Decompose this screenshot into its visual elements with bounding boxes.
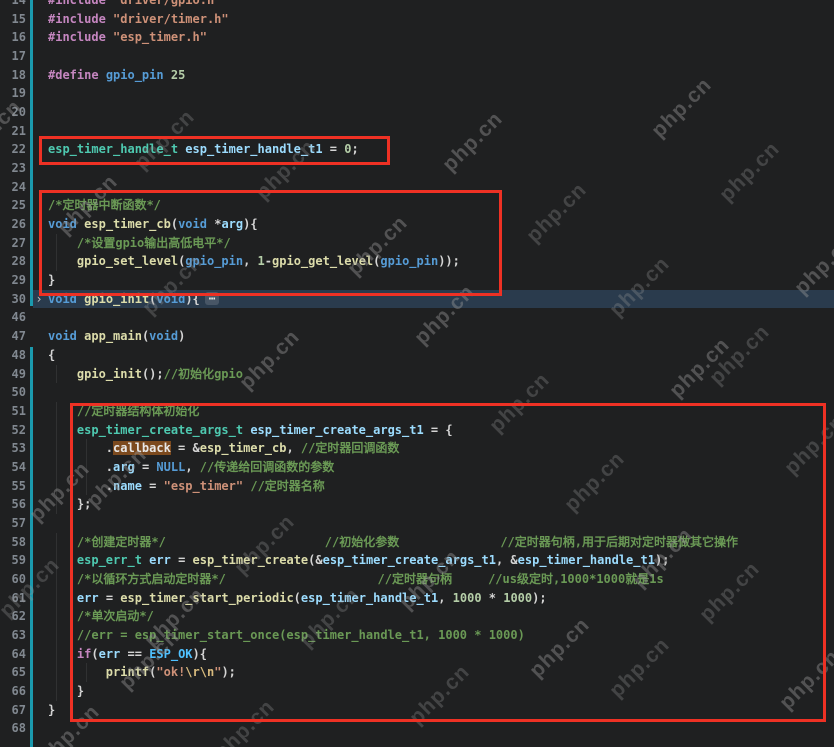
line-number: 60: [0, 570, 26, 589]
code-content[interactable]: #include "driver/gpio.h": [48, 0, 221, 10]
line-number: 57: [0, 514, 26, 533]
code-token: #define: [48, 68, 99, 82]
line-number: 58: [0, 533, 26, 552]
line-number: 52: [0, 421, 26, 440]
line-number: 67: [0, 701, 26, 720]
code-line[interactable]: 19: [0, 84, 834, 103]
line-number: 68: [0, 719, 26, 738]
highlight-box-timer-setup: [70, 403, 826, 722]
code-token: void: [149, 329, 178, 343]
line-number: 49: [0, 365, 26, 384]
line-number: 16: [0, 28, 26, 47]
code-token: }: [48, 703, 55, 717]
code-token: ): [178, 329, 185, 343]
line-number: 15: [0, 10, 26, 29]
line-number: 19: [0, 84, 26, 103]
line-number: 53: [0, 439, 26, 458]
code-token: gpio_pin: [106, 68, 164, 82]
code-content[interactable]: void app_main(void): [48, 327, 185, 346]
line-number: 59: [0, 551, 26, 570]
line-number: 29: [0, 271, 26, 290]
code-line[interactable]: 15 #include "driver/timer.h": [0, 10, 834, 29]
code-line[interactable]: 16 #include "esp_timer.h": [0, 28, 834, 47]
line-number: 64: [0, 645, 26, 664]
code-line[interactable]: 50: [0, 383, 834, 402]
line-number: 54: [0, 458, 26, 477]
code-token: 25: [171, 68, 185, 82]
line-number: 21: [0, 122, 26, 141]
line-number: 50: [0, 383, 26, 402]
code-line[interactable]: 20: [0, 103, 834, 122]
code-token: [48, 367, 77, 381]
line-number: 47: [0, 327, 26, 346]
code-line[interactable]: 46: [0, 308, 834, 327]
code-token: [106, 12, 113, 26]
code-line[interactable]: 48 {: [0, 346, 834, 365]
code-line[interactable]: 68: [0, 719, 834, 738]
line-number: 28: [0, 252, 26, 271]
line-number: 20: [0, 103, 26, 122]
line-number: 17: [0, 47, 26, 66]
code-line[interactable]: 18 #define gpio_pin 25: [0, 66, 834, 85]
line-number: 48: [0, 346, 26, 365]
code-content[interactable]: gpio_init();//初始化gpio: [48, 365, 243, 384]
line-number: 30: [0, 290, 26, 309]
code-token: "esp_timer.h": [113, 30, 207, 44]
line-number: 63: [0, 626, 26, 645]
line-number: 62: [0, 607, 26, 626]
line-number: 26: [0, 215, 26, 234]
code-token: #include: [48, 0, 106, 7]
code-content[interactable]: }: [48, 701, 55, 720]
line-number: 56: [0, 495, 26, 514]
line-number: 46: [0, 308, 26, 327]
code-token: "driver/gpio.h": [113, 0, 221, 7]
code-token: [106, 30, 113, 44]
code-token: [164, 68, 171, 82]
line-number: 18: [0, 66, 26, 85]
line-number: 51: [0, 402, 26, 421]
line-number: 25: [0, 196, 26, 215]
code-token: "driver/timer.h": [113, 12, 229, 26]
code-content[interactable]: #define gpio_pin 25: [48, 66, 185, 85]
code-line[interactable]: 17: [0, 47, 834, 66]
code-content[interactable]: {: [48, 346, 55, 365]
code-token: #include: [48, 12, 106, 26]
code-content[interactable]: #include "driver/timer.h": [48, 10, 229, 29]
gutter-modified-bar: [30, 347, 33, 747]
code-token: app_main: [84, 329, 142, 343]
line-number: 23: [0, 159, 26, 178]
gutter-modified-bar: [30, 0, 33, 306]
code-token: gpio_init: [77, 367, 142, 381]
code-line[interactable]: 47 void app_main(void): [0, 327, 834, 346]
line-number: 55: [0, 477, 26, 496]
code-token: void: [48, 329, 77, 343]
line-number: 66: [0, 682, 26, 701]
code-token: //初始化gpio: [164, 367, 243, 381]
code-token: ();: [142, 367, 164, 381]
line-number: 14: [0, 0, 26, 10]
highlight-box-line-22: [39, 136, 390, 165]
code-editor[interactable]: php.cnphp.cnphp.cnphp.cnphp.cnphp.cnphp.…: [0, 0, 834, 747]
code-token: #include: [48, 30, 106, 44]
line-number: 22: [0, 140, 26, 159]
code-content[interactable]: #include "esp_timer.h": [48, 28, 207, 47]
highlight-box-timer-callback: [39, 190, 502, 296]
code-line[interactable]: 14 #include "driver/gpio.h": [0, 0, 834, 10]
line-number: 27: [0, 234, 26, 253]
code-token: [99, 68, 106, 82]
line-number: 24: [0, 178, 26, 197]
code-token: {: [48, 348, 55, 362]
code-token: [106, 0, 113, 7]
code-line[interactable]: 49 gpio_init();//初始化gpio: [0, 365, 834, 384]
line-number: 65: [0, 663, 26, 682]
line-number: 61: [0, 589, 26, 608]
